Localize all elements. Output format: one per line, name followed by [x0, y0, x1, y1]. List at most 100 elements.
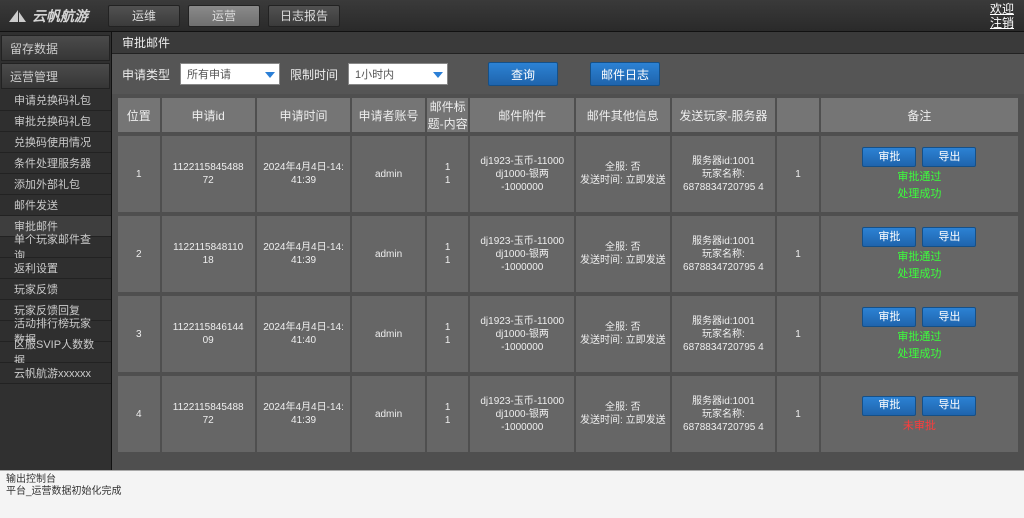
side-item-1-5[interactable]: 邮件发送 — [0, 195, 111, 216]
cell-0-7: 服务器id:1001玩家名称:6878834720795 4 — [672, 136, 776, 212]
cell-0-0: 1 — [118, 136, 160, 212]
cell-2-5: dj1923-玉币-11000dj1000-银两-1000000 — [470, 296, 574, 372]
cell-3-4: 11 — [427, 376, 469, 452]
cell-0-4: 11 — [427, 136, 469, 212]
col-header-3: 申请者账号 — [352, 98, 425, 132]
approve-button[interactable]: 审批 — [862, 227, 916, 247]
cell-1-7: 服务器id:1001玩家名称:6878834720795 4 — [672, 216, 776, 292]
cell-actions-1: 审批导出审批通过处理成功 — [821, 216, 1018, 292]
cell-1-5: dj1923-玉币-11000dj1000-银两-1000000 — [470, 216, 574, 292]
export-button[interactable]: 导出 — [922, 396, 976, 416]
approve-button[interactable]: 审批 — [862, 147, 916, 167]
cell-2-6: 全服: 否发送时间: 立即发送 — [576, 296, 669, 372]
mail-log-button[interactable]: 邮件日志 — [590, 62, 660, 86]
col-header-6: 邮件其他信息 — [576, 98, 669, 132]
cell-1-0: 2 — [118, 216, 160, 292]
cell-1-1: 112211584811018 — [162, 216, 255, 292]
side-item-1-9[interactable]: 玩家反馈 — [0, 279, 111, 300]
side-group-1[interactable]: 运营管理 — [1, 63, 110, 89]
side-item-1-4[interactable]: 添加外部礼包 — [0, 174, 111, 195]
cell-0-1: 112211584548872 — [162, 136, 255, 212]
status-approved: 审批通过 — [897, 171, 941, 184]
cell-3-7: 服务器id:1001玩家名称:6878834720795 4 — [672, 376, 776, 452]
status-success: 处理成功 — [897, 188, 941, 201]
cell-2-3: admin — [352, 296, 425, 372]
cell-actions-0: 审批导出审批通过处理成功 — [821, 136, 1018, 212]
sail-icon — [8, 9, 28, 23]
cell-0-2: 2024年4月4日-14:41:39 — [257, 136, 350, 212]
cell-1-3: admin — [352, 216, 425, 292]
filter-limit-label: 限制时间 — [290, 66, 338, 83]
col-header-8 — [777, 98, 819, 132]
cell-0-5: dj1923-玉币-11000dj1000-银两-1000000 — [470, 136, 574, 212]
cell-2-0: 3 — [118, 296, 160, 372]
welcome-link[interactable]: 欢迎 — [990, 2, 1014, 16]
cell-0-6: 全服: 否发送时间: 立即发送 — [576, 136, 669, 212]
logout-link[interactable]: 注销 — [990, 16, 1014, 30]
export-button[interactable]: 导出 — [922, 147, 976, 167]
cell-actions-3: 审批导出未审批 — [821, 376, 1018, 452]
status-success: 处理成功 — [897, 268, 941, 281]
col-header-9: 备注 — [821, 98, 1018, 132]
status-approved: 审批通过 — [897, 251, 941, 264]
status-approved: 审批通过 — [897, 331, 941, 344]
cell-1-6: 全服: 否发送时间: 立即发送 — [576, 216, 669, 292]
table-row: 41122115845488722024年4月4日-14:41:39admin1… — [118, 376, 1018, 452]
breadcrumb: 审批邮件 — [112, 32, 1024, 54]
cell-3-3: admin — [352, 376, 425, 452]
export-button[interactable]: 导出 — [922, 307, 976, 327]
cell-3-1: 112211584548872 — [162, 376, 255, 452]
col-header-1: 申请id — [162, 98, 255, 132]
table-row: 11122115845488722024年4月4日-14:41:39admin1… — [118, 136, 1018, 212]
table-row: 31122115846144092024年4月4日-14:41:40admin1… — [118, 296, 1018, 372]
col-header-7: 发送玩家-服务器 — [672, 98, 776, 132]
cell-3-0: 4 — [118, 376, 160, 452]
side-item-1-3[interactable]: 条件处理服务器 — [0, 153, 111, 174]
cell-0-8: 1 — [777, 136, 819, 212]
top-tab-0[interactable]: 运维 — [108, 5, 180, 27]
filter-limit-combo[interactable]: 1小时内 — [348, 63, 448, 85]
query-button[interactable]: 查询 — [488, 62, 558, 86]
cell-2-7: 服务器id:1001玩家名称:6878834720795 4 — [672, 296, 776, 372]
col-header-2: 申请时间 — [257, 98, 350, 132]
filter-type-combo[interactable]: 所有申请 — [180, 63, 280, 85]
side-item-1-8[interactable]: 返利设置 — [0, 258, 111, 279]
side-item-1-7[interactable]: 单个玩家邮件查询 — [0, 237, 111, 258]
top-tab-2[interactable]: 日志报告 — [268, 5, 340, 27]
status-pending: 未审批 — [903, 420, 936, 433]
status-success: 处理成功 — [897, 348, 941, 361]
cell-1-4: 11 — [427, 216, 469, 292]
cell-0-3: admin — [352, 136, 425, 212]
side-item-1-0[interactable]: 申请兑换码礼包 — [0, 90, 111, 111]
side-item-1-12[interactable]: 区服SVIP人数数据 — [0, 342, 111, 363]
app-logo: 云帆航游 — [8, 6, 88, 26]
cell-2-1: 112211584614409 — [162, 296, 255, 372]
table-row: 21122115848110182024年4月4日-14:41:39admin1… — [118, 216, 1018, 292]
side-item-1-2[interactable]: 兑换码使用情况 — [0, 132, 111, 153]
cell-2-4: 11 — [427, 296, 469, 372]
side-group-0[interactable]: 留存数据 — [1, 35, 110, 61]
col-header-0: 位置 — [118, 98, 160, 132]
cell-3-5: dj1923-玉币-11000dj1000-银两-1000000 — [470, 376, 574, 452]
top-tab-1[interactable]: 运营 — [188, 5, 260, 27]
approve-button[interactable]: 审批 — [862, 307, 916, 327]
console-panel: 输出控制台 平台_运营数据初始化完成 — [0, 470, 1024, 518]
logo-text: 云帆航游 — [32, 6, 88, 26]
approve-button[interactable]: 审批 — [862, 396, 916, 416]
cell-1-8: 1 — [777, 216, 819, 292]
filter-type-label: 申请类型 — [122, 66, 170, 83]
cell-2-2: 2024年4月4日-14:41:40 — [257, 296, 350, 372]
col-header-4: 邮件标题-内容 — [427, 98, 469, 132]
cell-3-6: 全服: 否发送时间: 立即发送 — [576, 376, 669, 452]
console-line: 输出控制台 — [6, 474, 1018, 486]
cell-2-8: 1 — [777, 296, 819, 372]
cell-3-2: 2024年4月4日-14:41:39 — [257, 376, 350, 452]
col-header-5: 邮件附件 — [470, 98, 574, 132]
side-item-1-13[interactable]: 云帆航游xxxxxx — [0, 363, 111, 384]
cell-actions-2: 审批导出审批通过处理成功 — [821, 296, 1018, 372]
cell-1-2: 2024年4月4日-14:41:39 — [257, 216, 350, 292]
export-button[interactable]: 导出 — [922, 227, 976, 247]
side-item-1-1[interactable]: 审批兑换码礼包 — [0, 111, 111, 132]
cell-3-8: 1 — [777, 376, 819, 452]
console-line: 平台_运营数据初始化完成 — [6, 486, 1018, 498]
